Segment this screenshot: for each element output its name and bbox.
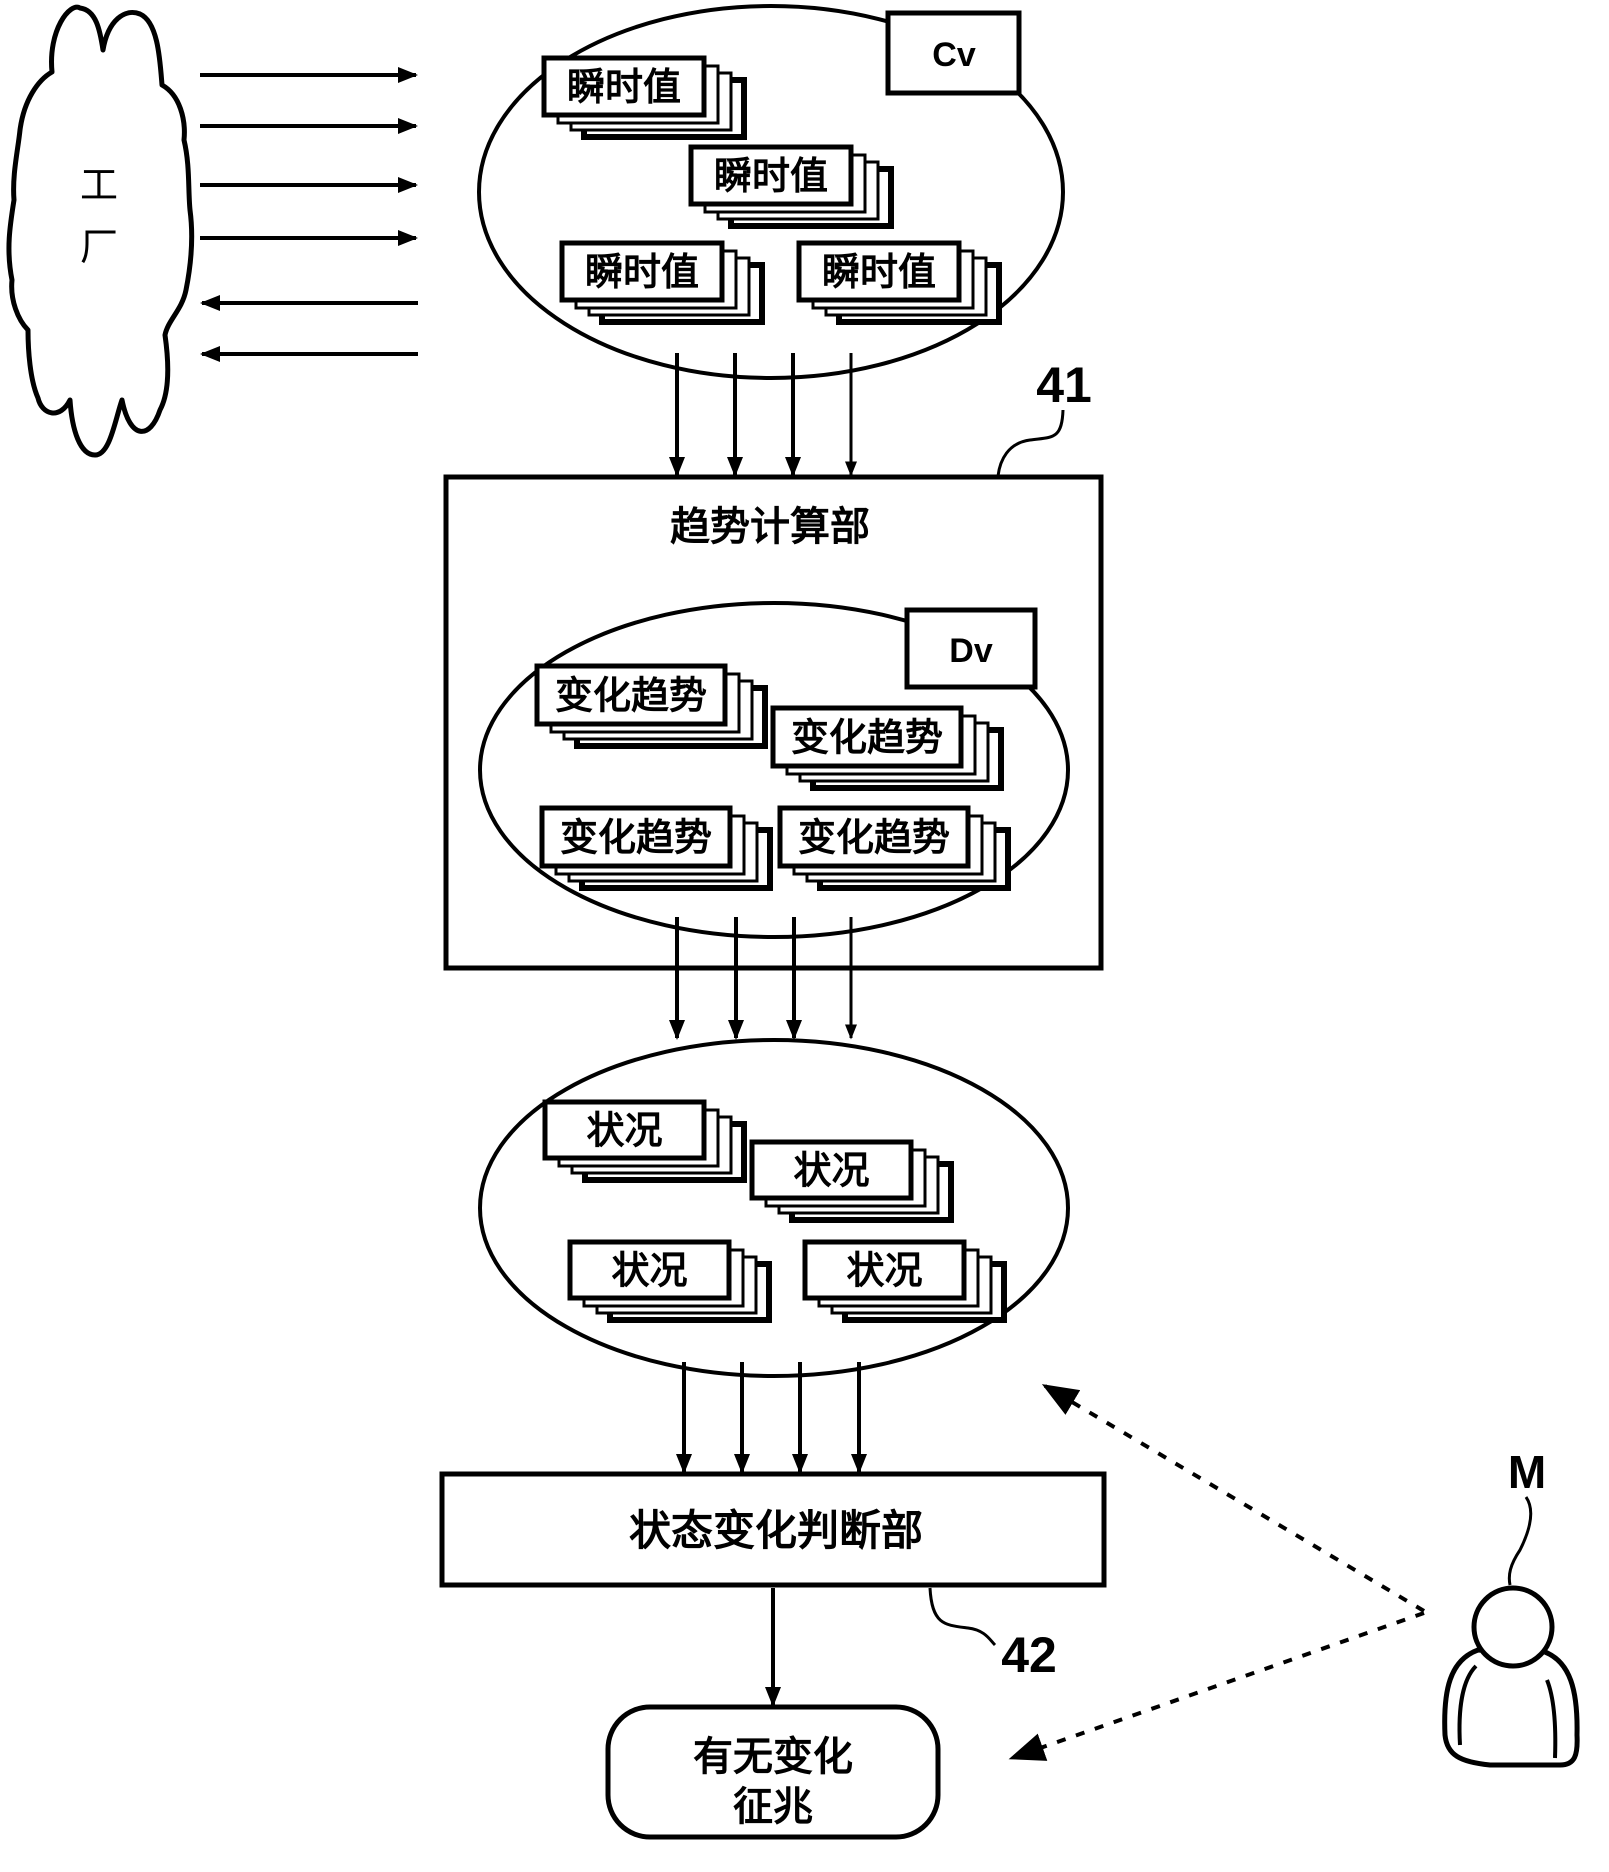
diagram-canvas: 工 厂 Cv 瞬时值瞬时值瞬时值 瞬时值 趋势计算部 Dv 变化趋势变化趋势变化… <box>6 4 1580 1840</box>
change-trend-card: 变化趋势 <box>770 705 1004 791</box>
operator-leader-line <box>1507 1496 1533 1586</box>
factory-cloud: 工 厂 <box>6 4 195 458</box>
change-trend-card: 变化趋势 <box>777 805 1011 891</box>
instant-value-card: 瞬时值 <box>559 240 765 325</box>
cv-tag-label: Cv <box>932 36 976 74</box>
factory-arrows <box>200 67 418 362</box>
card-label: 变化趋势 <box>560 816 712 860</box>
change-trend-card: 变化趋势 <box>534 663 768 749</box>
instant-value-card: 瞬时值 <box>541 55 747 140</box>
person-icon <box>1442 1585 1580 1768</box>
dv-tag-label: Dv <box>949 632 993 670</box>
situation-card: 状况 <box>749 1139 954 1223</box>
card-label: 瞬时值 <box>567 65 681 109</box>
instant-value-card: 瞬时值 <box>688 144 894 229</box>
factory-label-char-1: 工 <box>80 163 118 207</box>
card-label: 状况 <box>793 1149 869 1193</box>
situation-group: 状况状况状况 状况 <box>478 1038 1070 1378</box>
instant-values-group: Cv 瞬时值瞬时值瞬时值 瞬时值 <box>477 4 1065 380</box>
state-change-judge-title: 状态变化判断部 <box>629 1506 923 1555</box>
situation-ellipse <box>478 1038 1070 1378</box>
situation-card: 状况 <box>542 1099 747 1183</box>
arrows-situation-to-judge <box>676 1362 867 1474</box>
situation-card: 状况 <box>567 1239 772 1323</box>
instant-value-card: 瞬时值 <box>796 240 1002 325</box>
card-label: 变化趋势 <box>791 716 943 760</box>
result-line-2: 征兆 <box>733 1784 813 1830</box>
leader-line-41 <box>996 409 1065 477</box>
card-label: 变化趋势 <box>555 674 707 718</box>
operator: M <box>1442 1446 1580 1768</box>
card-label: 瞬时值 <box>822 250 936 294</box>
operator-label: M <box>1508 1446 1546 1498</box>
situation-card: 状况 <box>802 1239 1007 1323</box>
trend-calculator-title: 趋势计算部 <box>670 504 870 550</box>
card-label: 状况 <box>611 1249 687 1293</box>
factory-label-char-2: 厂 <box>80 225 118 269</box>
card-label: 变化趋势 <box>798 816 950 860</box>
card-label: 状况 <box>586 1109 662 1153</box>
trend-calculator-block: 趋势计算部 Dv 变化趋势变化趋势变化趋势 变化趋势 41 <box>443 357 1104 971</box>
change-trend-card: 变化趋势 <box>539 805 773 891</box>
result-block: 有无变化 征兆 <box>605 1704 941 1840</box>
cv-tag: Cv <box>885 10 1022 96</box>
leader-line-42 <box>928 1587 997 1647</box>
card-label: 状况 <box>846 1249 922 1293</box>
ref-label-41: 41 <box>1036 357 1092 413</box>
ref-label-42: 42 <box>1001 1627 1057 1683</box>
result-line-1: 有无变化 <box>693 1734 853 1780</box>
dv-tag: Dv <box>904 607 1038 690</box>
card-label: 瞬时值 <box>714 154 828 198</box>
dashed-arrow-to-result <box>1008 1611 1425 1761</box>
card-label: 瞬时值 <box>585 250 699 294</box>
